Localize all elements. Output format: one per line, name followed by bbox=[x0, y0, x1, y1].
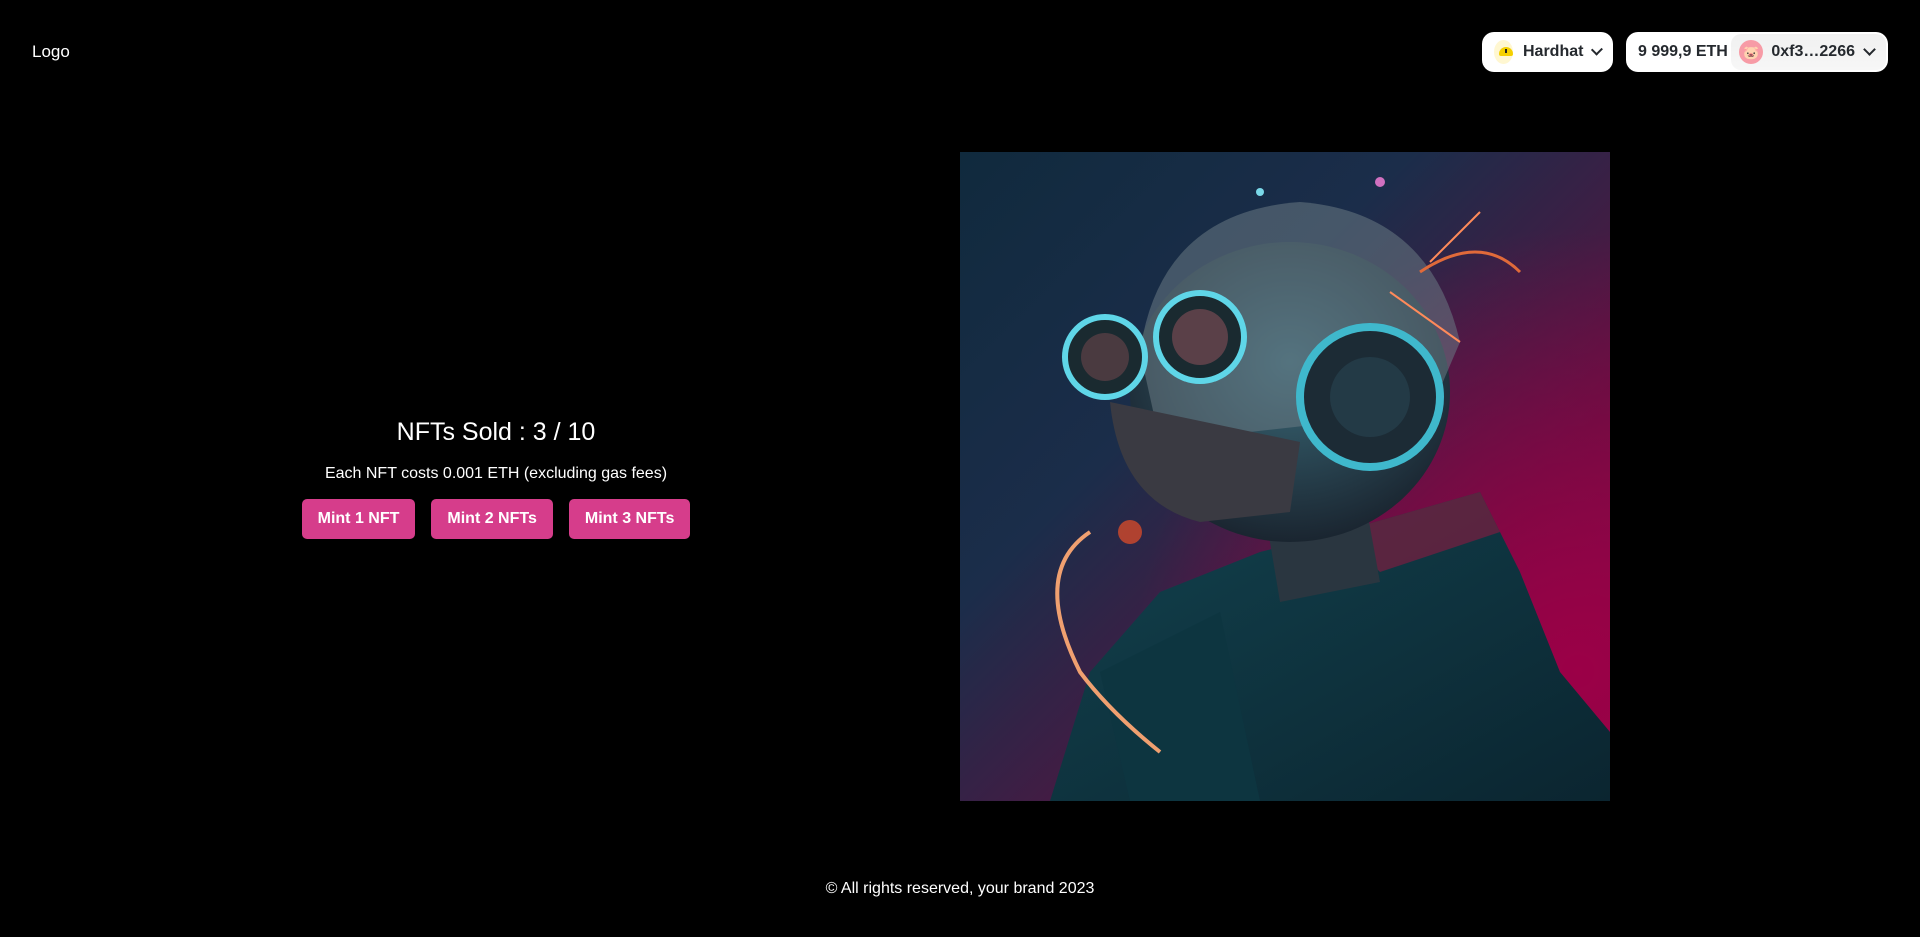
nfts-sold-counter: NFTs Sold : 3 / 10 bbox=[396, 418, 596, 446]
mint-button-group: Mint 1 NFT Mint 2 NFTs Mint 3 NFTs bbox=[296, 499, 696, 539]
chain-name: Hardhat bbox=[1523, 43, 1584, 60]
avatar: 🐷 bbox=[1739, 40, 1764, 64]
header: Logo Hardhat 9 999,9 ETH 🐷 0xf3…2266 bbox=[0, 0, 1920, 105]
account-button[interactable]: 9 999,9 ETH 🐷 0xf3…2266 bbox=[1626, 32, 1888, 72]
copyright-text: © All rights reserved, your brand 2023 bbox=[825, 880, 1095, 897]
nft-artwork-image bbox=[960, 152, 1610, 801]
account-address: 0xf3…2266 bbox=[1771, 43, 1855, 60]
account-address-section[interactable]: 🐷 0xf3…2266 bbox=[1731, 34, 1886, 70]
hardhat-icon bbox=[1494, 40, 1513, 64]
chevron-down-icon bbox=[1863, 43, 1876, 56]
mint-panel: NFTs Sold : 3 / 10 Each NFT costs 0.001 … bbox=[296, 412, 696, 539]
mint-1-button[interactable]: Mint 1 NFT bbox=[301, 499, 416, 539]
logo[interactable]: Logo bbox=[32, 42, 70, 62]
chevron-down-icon bbox=[1591, 43, 1604, 56]
chain-selector-button[interactable]: Hardhat bbox=[1482, 32, 1613, 72]
footer: © All rights reserved, your brand 2023 bbox=[0, 880, 1920, 898]
cyberpunk-skull-illustration bbox=[1050, 177, 1610, 801]
mint-2-button[interactable]: Mint 2 NFTs bbox=[431, 499, 553, 539]
nft-price-text: Each NFT costs 0.001 ETH (excluding gas … bbox=[324, 465, 668, 482]
mint-3-button[interactable]: Mint 3 NFTs bbox=[568, 499, 691, 539]
account-balance: 9 999,9 ETH bbox=[1638, 43, 1728, 60]
